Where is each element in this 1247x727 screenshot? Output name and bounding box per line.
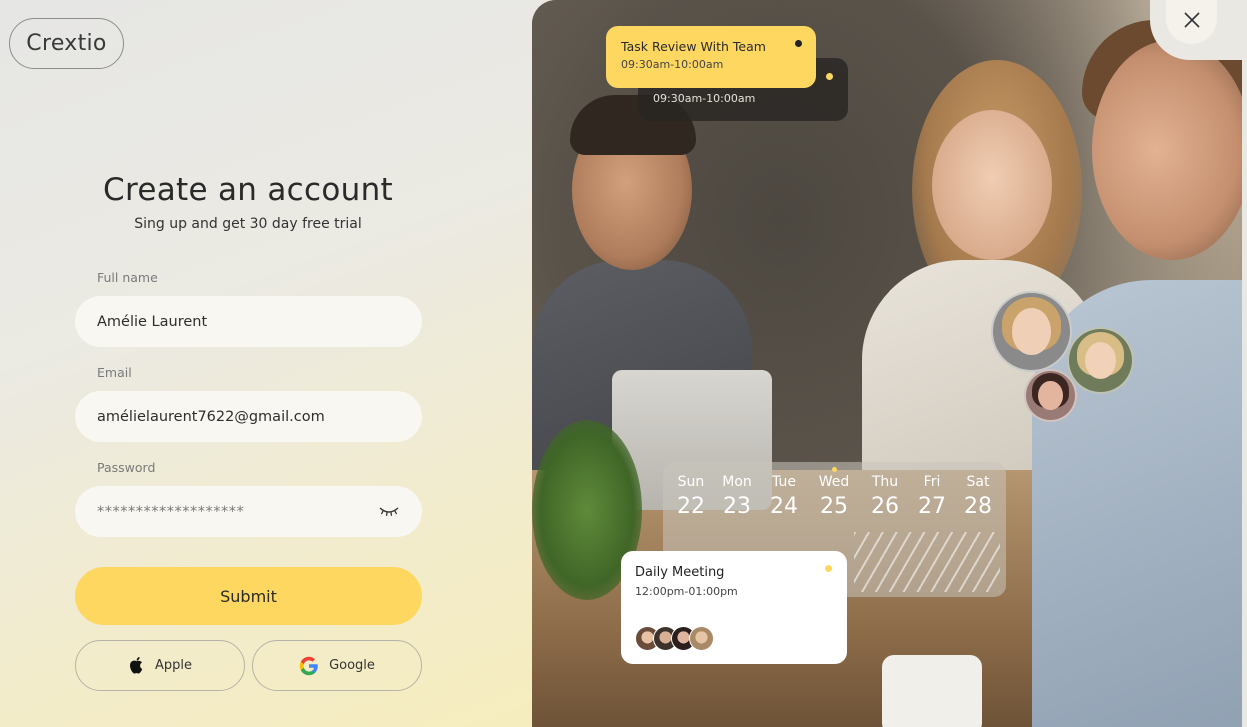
calendar-day[interactable]: Tue 24	[762, 474, 806, 519]
calendar-day-number: 28	[964, 494, 992, 519]
calendar-day[interactable]: Mon 23	[715, 474, 759, 519]
task-card-secondary-time: 09:30am-10:00am	[653, 92, 756, 105]
page-subtitle: Sing up and get 30 day free trial	[134, 216, 362, 232]
close-icon	[1183, 11, 1201, 33]
password-input[interactable]: *******************	[75, 486, 422, 537]
task-card-time: 09:30am-10:00am	[621, 58, 724, 71]
calendar-day-number: 23	[723, 494, 751, 519]
google-signin-button[interactable]: Google	[252, 640, 422, 691]
apple-icon	[128, 656, 145, 675]
calendar-day-number: 27	[918, 494, 946, 519]
avatar	[689, 626, 714, 651]
task-card: Task Review With Team 09:30am-10:00am	[606, 26, 816, 88]
calendar-day-number: 26	[871, 494, 899, 519]
status-dot	[795, 40, 802, 47]
calendar-day-name: Sat	[966, 474, 990, 490]
calendar-day[interactable]: Wed 25	[812, 474, 856, 519]
photo-person-man-right-face	[1092, 40, 1242, 260]
password-value: *******************	[97, 503, 245, 520]
google-icon	[299, 656, 319, 676]
fullname-input[interactable]: Amélie Laurent	[75, 296, 422, 347]
calendar-day[interactable]: Fri 27	[910, 474, 954, 519]
password-label: Password	[97, 460, 156, 475]
calendar-day-number: 24	[770, 494, 798, 519]
task-card-title: Task Review With Team	[621, 39, 766, 54]
calendar-day-name: Wed	[818, 474, 850, 490]
signup-panel: Crextio Create an account Sing up and ge…	[0, 0, 532, 727]
submit-button[interactable]: Submit	[75, 567, 422, 625]
calendar-day-name: Sun	[677, 474, 705, 490]
calendar-day-number: 22	[677, 494, 705, 519]
status-dot	[826, 73, 833, 80]
fullname-label: Full name	[97, 270, 158, 285]
meeting-card-title: Daily Meeting	[635, 565, 725, 580]
fullname-value: Amélie Laurent	[97, 313, 208, 330]
photo-person-woman-face	[932, 110, 1052, 260]
calendar-day-name: Fri	[923, 474, 941, 490]
avatar	[1024, 369, 1077, 422]
calendar-day[interactable]: Thu 26	[863, 474, 907, 519]
calendar-day-name: Mon	[722, 474, 752, 490]
apple-signin-button[interactable]: Apple	[75, 640, 245, 691]
meeting-card-time: 12:00pm-01:00pm	[635, 585, 738, 598]
calendar-day[interactable]: Sun 22	[669, 474, 713, 519]
meeting-attendees	[635, 626, 725, 652]
avatar	[991, 291, 1072, 372]
email-value: amélielaurent7622@gmail.com	[97, 408, 325, 425]
email-label: Email	[97, 365, 132, 380]
calendar-day-number: 25	[820, 494, 848, 519]
calendar-day-name: Thu	[871, 474, 899, 490]
page-title: Create an account	[103, 172, 393, 208]
calendar-day-name: Tue	[772, 474, 796, 490]
eye-closed-icon[interactable]	[378, 503, 400, 519]
avatar	[1067, 327, 1134, 394]
today-marker	[832, 467, 837, 472]
email-input[interactable]: amélielaurent7622@gmail.com	[75, 391, 422, 442]
google-signin-label: Google	[329, 658, 375, 673]
busy-time-hatch	[854, 532, 1000, 592]
status-dot	[825, 565, 832, 572]
meeting-card[interactable]: Daily Meeting 12:00pm-01:00pm	[621, 551, 847, 664]
apple-signin-label: Apple	[154, 658, 192, 673]
photo-mug	[882, 655, 982, 727]
calendar-day[interactable]: Sat 28	[956, 474, 1000, 519]
brand-logo[interactable]: Crextio	[9, 18, 124, 69]
